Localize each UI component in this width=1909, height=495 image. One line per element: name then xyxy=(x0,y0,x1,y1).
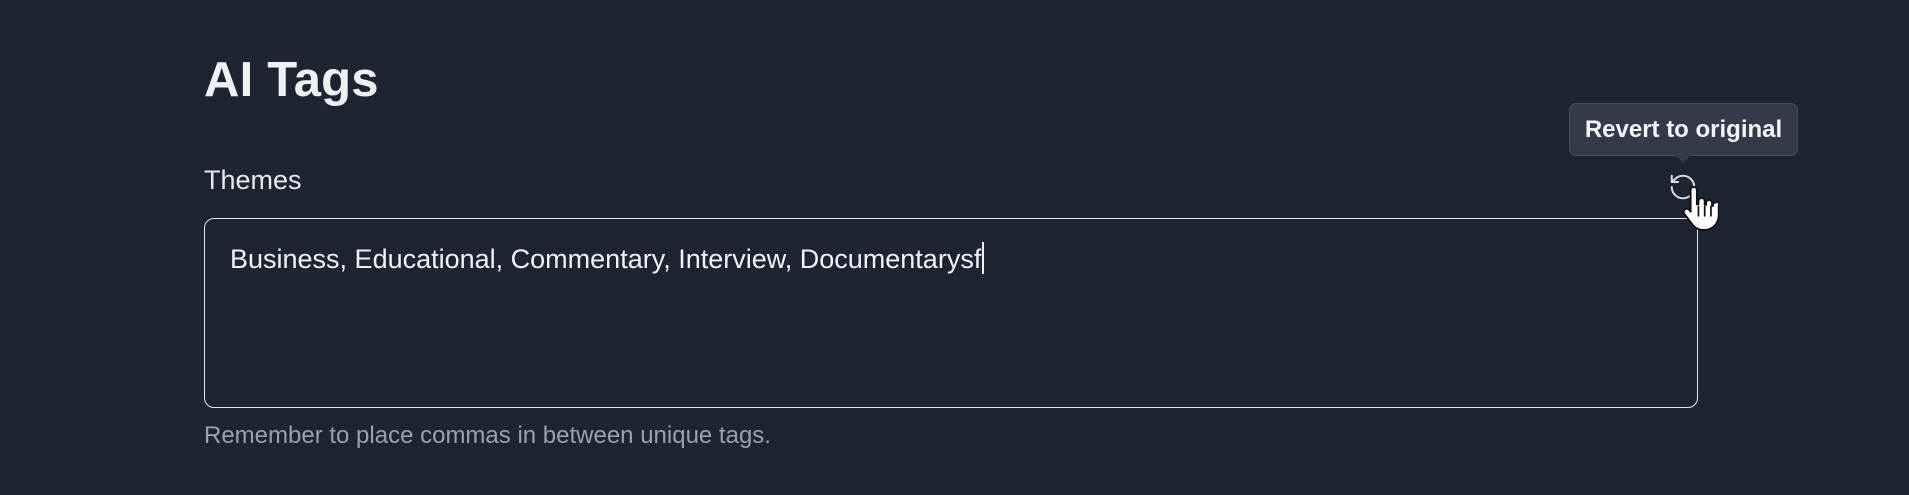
themes-textarea[interactable]: Business, Educational, Commentary, Inter… xyxy=(204,218,1698,408)
revert-tooltip: Revert to original xyxy=(1569,103,1798,156)
tooltip-arrow xyxy=(1675,155,1691,163)
section-title: AI Tags xyxy=(204,53,379,107)
themes-textarea-value: Business, Educational, Commentary, Inter… xyxy=(230,244,982,274)
ai-tags-page: AI Tags Themes Business, Educational, Co… xyxy=(0,0,1909,495)
text-caret xyxy=(982,242,984,274)
themes-textarea-content[interactable]: Business, Educational, Commentary, Inter… xyxy=(230,241,984,277)
themes-label: Themes xyxy=(204,165,302,195)
revert-button[interactable] xyxy=(1666,170,1700,204)
rotate-ccw-icon xyxy=(1670,174,1696,200)
revert-tooltip-text: Revert to original xyxy=(1584,115,1783,143)
themes-helper-text: Remember to place commas in between uniq… xyxy=(204,422,771,449)
